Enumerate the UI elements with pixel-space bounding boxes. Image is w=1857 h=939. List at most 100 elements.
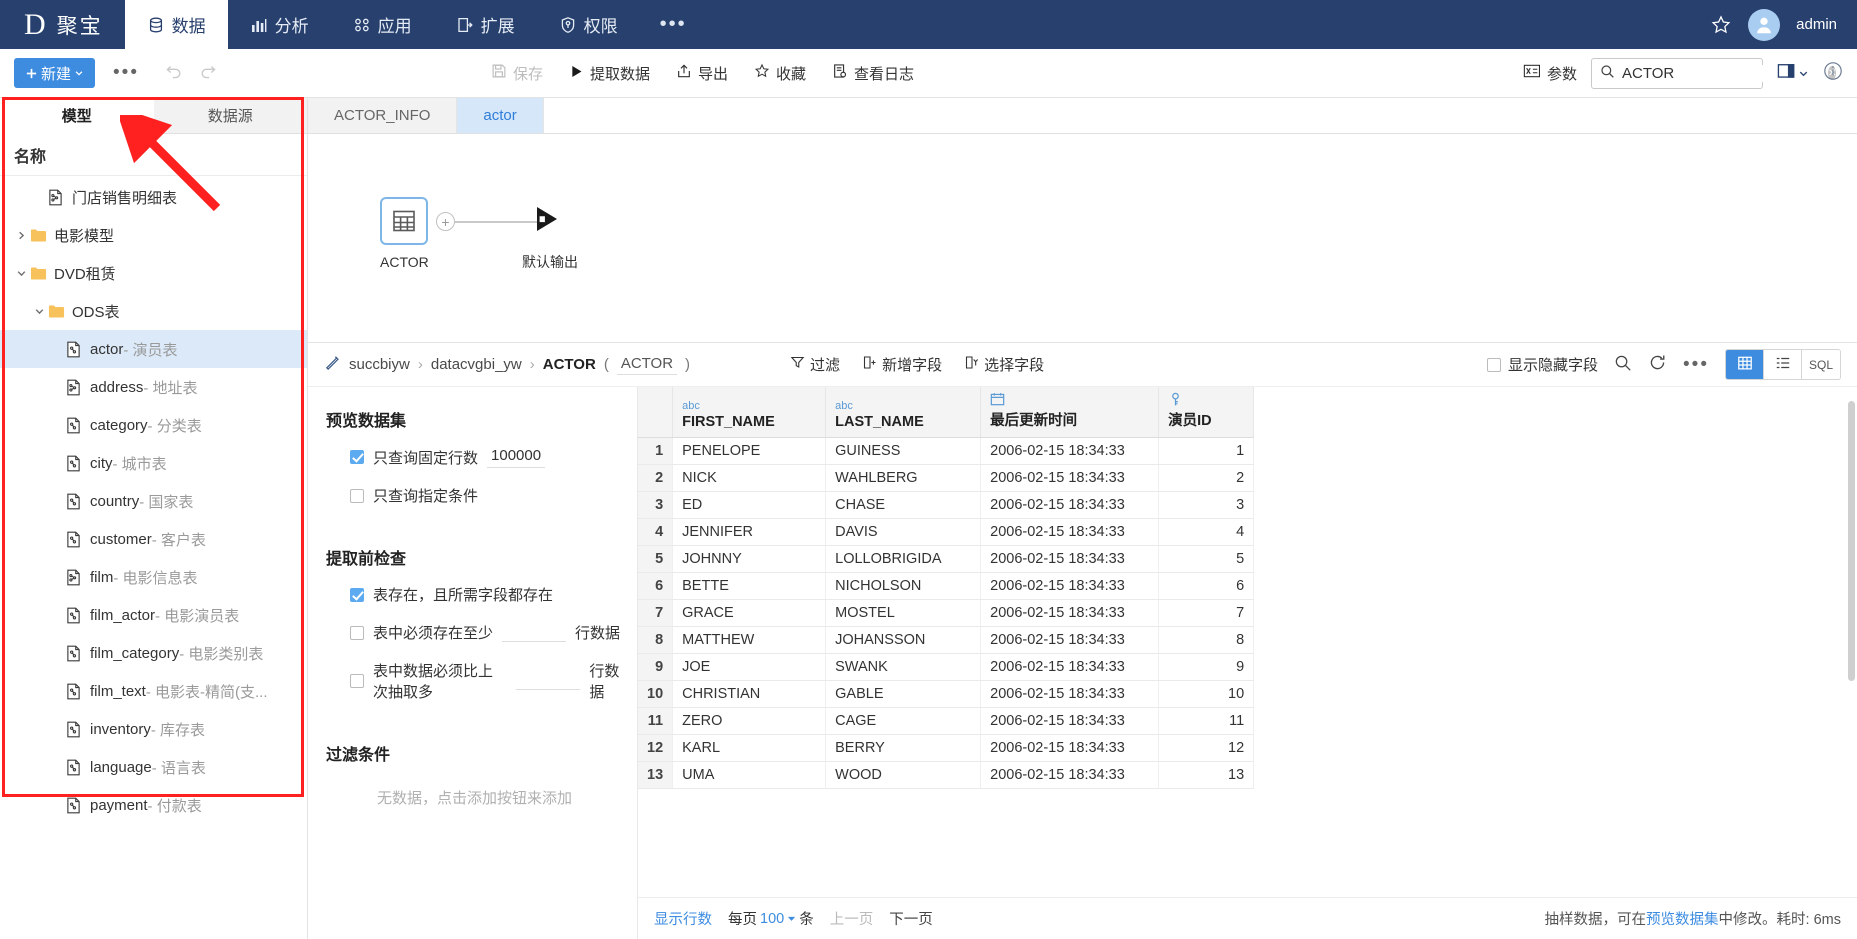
- twisty-expanded[interactable]: [30, 306, 48, 317]
- tree-item-film_actor[interactable]: film_actor - 电影演员表: [0, 596, 307, 634]
- tree-item-ods-[interactable]: ODS表: [0, 292, 307, 330]
- table-row[interactable]: 7 GRACE MOSTEL 2006-02-15 18:34:33 7: [638, 599, 1255, 627]
- tree-item--[interactable]: 门店销售明细表: [0, 178, 307, 216]
- tree-item-category[interactable]: category - 分类表: [0, 406, 307, 444]
- new-button[interactable]: 新建: [14, 58, 96, 88]
- view-log-button[interactable]: 查看日志: [832, 63, 914, 84]
- add-step-button[interactable]: +: [436, 212, 455, 231]
- redo-button[interactable]: [199, 62, 221, 84]
- table-row[interactable]: 8 MATTHEW JOHANSSON 2006-02-15 18:34:33 8: [638, 626, 1255, 654]
- avatar[interactable]: [1748, 8, 1781, 41]
- twisty-collapsed[interactable]: [12, 230, 30, 241]
- option-fixed-rows[interactable]: 只查询固定行数 100000: [350, 446, 623, 468]
- refresh-icon[interactable]: [1648, 353, 1667, 376]
- tree-item--[interactable]: 电影模型: [0, 216, 307, 254]
- vertical-scrollbar[interactable]: [1848, 401, 1855, 681]
- page-size-selector[interactable]: 每页 100 条: [728, 908, 814, 929]
- prev-page-button[interactable]: 上一页: [830, 908, 874, 929]
- option-specified-condition[interactable]: 只查询指定条件: [350, 485, 623, 506]
- brand[interactable]: D 聚宝: [0, 0, 125, 49]
- table-row[interactable]: 4 JENNIFER DAVIS 2006-02-15 18:34:33 4: [638, 518, 1255, 546]
- data-table-scroll[interactable]: abc FIRST_NAME abc LAST_NAME 最后更新时间 演员ID 1 PEN…: [638, 387, 1857, 897]
- column-header-first_name[interactable]: abc FIRST_NAME: [672, 387, 827, 438]
- nav-item-data[interactable]: 数据: [124, 0, 228, 49]
- toolbar-more-button[interactable]: •••: [113, 62, 139, 84]
- table-search-icon[interactable]: [1614, 354, 1632, 376]
- select-field-button[interactable]: 选择字段: [964, 354, 1044, 375]
- nav-item-apps[interactable]: 应用: [331, 0, 434, 49]
- nav-item-permissions[interactable]: 权限: [537, 0, 640, 49]
- fixed-rows-input[interactable]: 100000: [487, 446, 546, 468]
- nav-more-button[interactable]: •••: [640, 0, 707, 49]
- table-row[interactable]: 11 ZERO CAGE 2006-02-15 18:34:33 11: [638, 707, 1255, 735]
- show-row-count-link[interactable]: 显示行数: [654, 908, 712, 929]
- column-header-last_name[interactable]: abc LAST_NAME: [825, 387, 982, 438]
- check-min-rows[interactable]: 表中必须存在至少 行数据: [350, 622, 623, 643]
- status-preview-link[interactable]: 预览数据集: [1646, 912, 1719, 928]
- table-alias-input[interactable]: ACTOR: [616, 355, 678, 375]
- doc-tab-actor-info[interactable]: ACTOR_INFO: [308, 98, 458, 133]
- add-field-button[interactable]: 新增字段: [862, 354, 942, 375]
- tree-item-inventory[interactable]: inventory - 库存表: [0, 710, 307, 748]
- twisty-expanded[interactable]: [12, 268, 30, 279]
- table-row[interactable]: 13 UMA WOOD 2006-02-15 18:34:33 13: [638, 761, 1255, 789]
- table-row[interactable]: 5 JOHNNY LOLLOBRIGIDA 2006-02-15 18:34:33 5: [638, 545, 1255, 573]
- doc-tab-actor[interactable]: actor: [457, 98, 544, 133]
- view-mode-grid[interactable]: [1726, 350, 1764, 379]
- nav-item-analysis[interactable]: 分析: [228, 0, 331, 49]
- tree-item-actor[interactable]: actor - 演员表: [0, 330, 307, 368]
- tree-item-film_text[interactable]: film_text - 电影表-精简(支...: [0, 672, 307, 710]
- tree-item-address[interactable]: address - 地址表: [0, 368, 307, 406]
- tree-item-dvd-[interactable]: DVD租赁: [0, 254, 307, 292]
- check-more-than-last[interactable]: 表中数据必须比上次抽取多 行数据: [350, 660, 623, 702]
- next-page-button[interactable]: 下一页: [889, 908, 933, 929]
- tree-item-city[interactable]: city - 城市表: [0, 444, 307, 482]
- tree-item-label: customer: [90, 530, 152, 548]
- tree-item-film[interactable]: film - 电影信息表: [0, 558, 307, 596]
- extract-data-button[interactable]: 提取数据: [569, 63, 650, 84]
- view-mode-list[interactable]: [1764, 350, 1802, 379]
- table-more-button[interactable]: •••: [1683, 354, 1709, 376]
- favorite-button[interactable]: 收藏: [754, 63, 806, 84]
- flow-node-actor[interactable]: ACTOR: [380, 197, 429, 270]
- search-box[interactable]: ✕: [1591, 57, 1837, 89]
- min-rows-input[interactable]: [502, 624, 567, 642]
- table-row[interactable]: 9 JOE SWANK 2006-02-15 18:34:33 9: [638, 653, 1255, 681]
- cell-actor-id: 1: [1158, 437, 1255, 465]
- tree-item-language[interactable]: language - 语言表: [0, 748, 307, 786]
- table-row[interactable]: 2 NICK WAHLBERG 2006-02-15 18:34:33 2: [638, 464, 1255, 492]
- table-row[interactable]: 12 KARL BERRY 2006-02-15 18:34:33 12: [638, 734, 1255, 762]
- tree-item-film_category[interactable]: film_category - 电影类别表: [0, 634, 307, 672]
- table-row[interactable]: 6 BETTE NICHOLSON 2006-02-15 18:34:33 6: [638, 572, 1255, 600]
- tree-item-country[interactable]: country - 国家表: [0, 482, 307, 520]
- tree-item-customer[interactable]: customer - 客户表: [0, 520, 307, 558]
- page-size-value[interactable]: 100: [760, 911, 784, 927]
- breadcrumb-root[interactable]: succbiyw: [349, 356, 410, 373]
- more-than-last-input[interactable]: [516, 672, 581, 690]
- nav-item-extension[interactable]: 扩展: [434, 0, 537, 49]
- save-button[interactable]: 保存: [491, 63, 543, 84]
- breadcrumb-schema[interactable]: datacvgbi_yw: [431, 356, 522, 373]
- flow-canvas[interactable]: ACTOR + 默认输出: [308, 134, 1857, 343]
- show-hidden-fields-checkbox[interactable]: 显示隐藏字段: [1487, 354, 1598, 375]
- view-mode-sql[interactable]: SQL: [1802, 350, 1840, 379]
- sidebar-tab-datasource[interactable]: 数据源: [153, 98, 307, 134]
- sidebar-tab-model[interactable]: 模型: [0, 98, 154, 134]
- filter-button[interactable]: 过滤: [790, 354, 840, 375]
- table-row[interactable]: 1 PENELOPE GUINESS 2006-02-15 18:34:33 1: [638, 437, 1255, 465]
- undo-button[interactable]: [161, 62, 183, 84]
- flow-node-output[interactable]: 默认输出: [522, 204, 582, 272]
- tree-item-payment[interactable]: payment - 付款表: [0, 786, 307, 824]
- layout-toggle-button[interactable]: [1777, 62, 1809, 84]
- export-button[interactable]: 导出: [676, 63, 728, 84]
- user-name[interactable]: admin: [1796, 16, 1837, 33]
- info-icon[interactable]: [1823, 61, 1843, 85]
- parameters-button[interactable]: 参数: [1523, 63, 1577, 84]
- column-header--id[interactable]: 演员ID: [1158, 387, 1255, 438]
- check-table-exists[interactable]: 表存在，且所需字段都存在: [350, 584, 623, 605]
- table-row[interactable]: 10 CHRISTIAN GABLE 2006-02-15 18:34:33 10: [638, 680, 1255, 708]
- table-row[interactable]: 3 ED CHASE 2006-02-15 18:34:33 3: [638, 491, 1255, 519]
- table-file-icon: [67, 721, 80, 737]
- column-header--[interactable]: 最后更新时间: [980, 387, 1160, 438]
- favorite-star-icon[interactable]: [1710, 14, 1732, 36]
